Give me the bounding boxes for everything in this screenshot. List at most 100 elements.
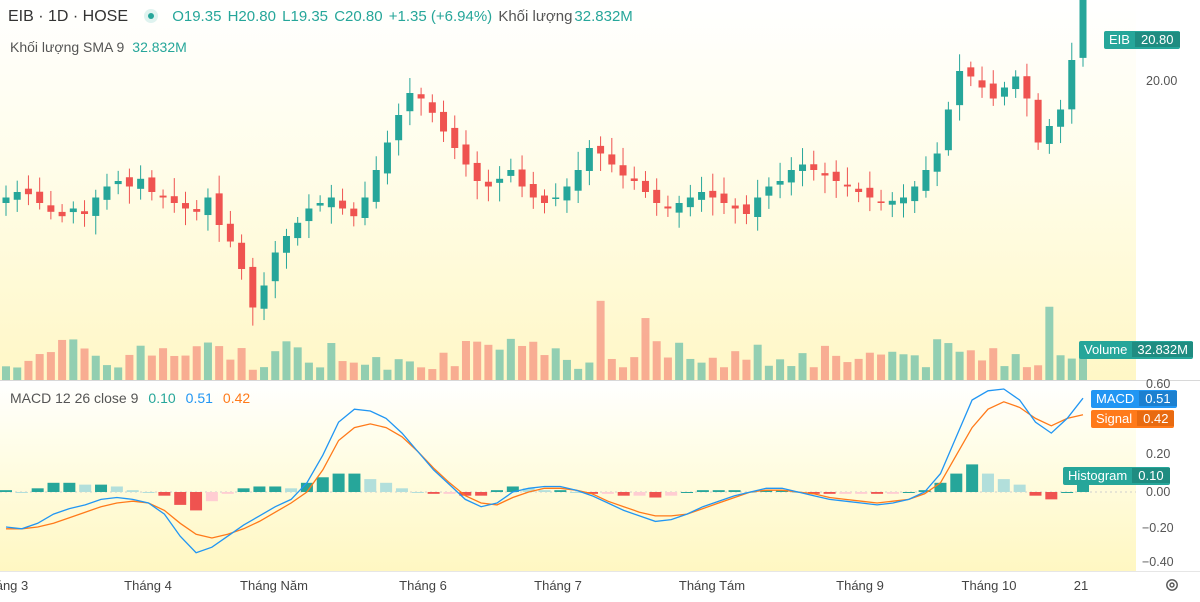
macd-pane[interactable]	[0, 381, 1136, 571]
candle-body	[451, 127, 459, 148]
candle-body	[698, 192, 706, 200]
x-tick-thang-7: Tháng 7	[534, 578, 582, 593]
volume-bar	[966, 350, 975, 380]
candle-body	[563, 186, 571, 201]
candle-body	[911, 186, 919, 202]
x-tick-thang-10: Tháng 10	[961, 578, 1017, 593]
macd-line	[5, 388, 1084, 554]
signal-tag-value: 0.42	[1137, 411, 1175, 426]
candle-body	[709, 190, 717, 198]
volume-bar	[854, 358, 863, 380]
x-tick-21: 21	[1073, 578, 1089, 593]
histogram-bar	[95, 484, 108, 492]
candle-body	[507, 170, 515, 176]
volume-bar	[630, 357, 639, 380]
volume-bar	[293, 347, 302, 380]
last-price-value: 20.80	[1134, 32, 1180, 47]
volume-bar	[877, 354, 886, 380]
histogram-bar	[1029, 492, 1042, 496]
volume-bar	[1000, 366, 1009, 380]
histogram-bar	[364, 479, 377, 492]
candle-body	[462, 144, 470, 165]
volume-bar	[809, 367, 818, 380]
volume-bar	[955, 351, 964, 380]
macd-chart[interactable]	[0, 381, 1136, 571]
macd-value-tag: MACD 0.51	[1091, 390, 1177, 408]
candle-body	[653, 189, 661, 203]
candle-body	[372, 170, 380, 202]
volume-bar	[24, 360, 33, 380]
candle-body	[787, 170, 795, 183]
candle-body	[24, 188, 32, 195]
price-chart[interactable]	[0, 0, 1136, 380]
candle-body	[81, 211, 89, 214]
histogram-bar	[823, 492, 836, 494]
x-tick-thang-4: Tháng 4	[124, 578, 172, 593]
histogram-bar	[681, 492, 694, 493]
price-pane[interactable]	[0, 0, 1136, 380]
volume-bar	[181, 355, 190, 380]
candle-body	[1012, 76, 1020, 90]
pane-divider[interactable]	[0, 380, 1200, 381]
x-tick-thang-tam: Tháng Tám	[678, 578, 746, 593]
candle-body	[641, 180, 649, 192]
candle-body	[675, 203, 683, 213]
volume-bar	[58, 339, 67, 380]
candle-body	[350, 208, 358, 217]
volume-bar	[1022, 367, 1031, 380]
histogram-bar	[158, 492, 171, 496]
price-scale[interactable]: 20.00	[1136, 0, 1200, 380]
volume-bar	[720, 367, 728, 380]
signal-tag-label: Signal	[1096, 411, 1133, 426]
volume-bar	[933, 339, 942, 380]
histogram-bar	[950, 473, 963, 492]
volume-bar	[473, 341, 482, 380]
candle-body	[843, 184, 851, 187]
symbol-title[interactable]: EIB · 1D · HOSE	[8, 8, 128, 25]
candle-body	[978, 80, 986, 88]
volume-bar	[596, 300, 605, 380]
volume-bar	[125, 354, 134, 380]
histogram-bar	[649, 492, 662, 498]
candle-body	[608, 154, 616, 165]
candle-body	[630, 178, 638, 181]
candle-body	[1000, 87, 1008, 97]
histogram-bar	[966, 464, 979, 492]
volume-sma-legend[interactable]: Khối lượng SMA 9 32.832M	[10, 39, 189, 55]
gear-icon[interactable]	[1164, 577, 1180, 593]
candle-body	[182, 203, 189, 209]
volume-bar	[327, 343, 336, 380]
histogram-bar	[269, 486, 282, 492]
market-status-icon	[144, 9, 159, 23]
macd-tick-neg-0-20: −0.20	[1142, 521, 1174, 535]
candle-body	[664, 206, 672, 209]
time-axis[interactable]	[0, 571, 1200, 602]
volume-bar	[686, 358, 695, 380]
volume-bar	[529, 341, 538, 380]
histogram-bar	[886, 492, 899, 494]
volume-bar	[562, 359, 571, 380]
volume-bar	[742, 359, 751, 380]
macd-tick-0-60: 0.60	[1146, 377, 1171, 391]
volume-bar	[394, 359, 403, 380]
candle-body	[2, 197, 10, 203]
volume-bar	[69, 339, 78, 380]
histogram-bar	[981, 473, 994, 492]
candle-body	[720, 193, 728, 203]
x-tick-thang-9: Tháng 9	[836, 578, 884, 593]
candle-body	[922, 170, 930, 191]
histogram-bar	[0, 490, 12, 492]
candle-body	[215, 193, 223, 225]
histogram-bar	[871, 492, 884, 494]
candle-body	[686, 197, 694, 208]
candle-body	[989, 83, 997, 99]
symbol-legend: EIB · 1D · HOSE O19.35 H20.80 L19.35 C20…	[8, 8, 635, 26]
candle-body	[967, 67, 975, 77]
volume-bar	[585, 362, 594, 380]
histogram-bar	[348, 473, 361, 492]
ohlc-low: L19.35	[282, 8, 329, 25]
ohlc-open: O19.35	[172, 8, 222, 25]
histogram-bar	[395, 488, 408, 492]
macd-legend[interactable]: MACD 12 26 close 9 0.10 0.51 0.42	[10, 390, 252, 406]
histogram-bar	[1013, 484, 1026, 492]
